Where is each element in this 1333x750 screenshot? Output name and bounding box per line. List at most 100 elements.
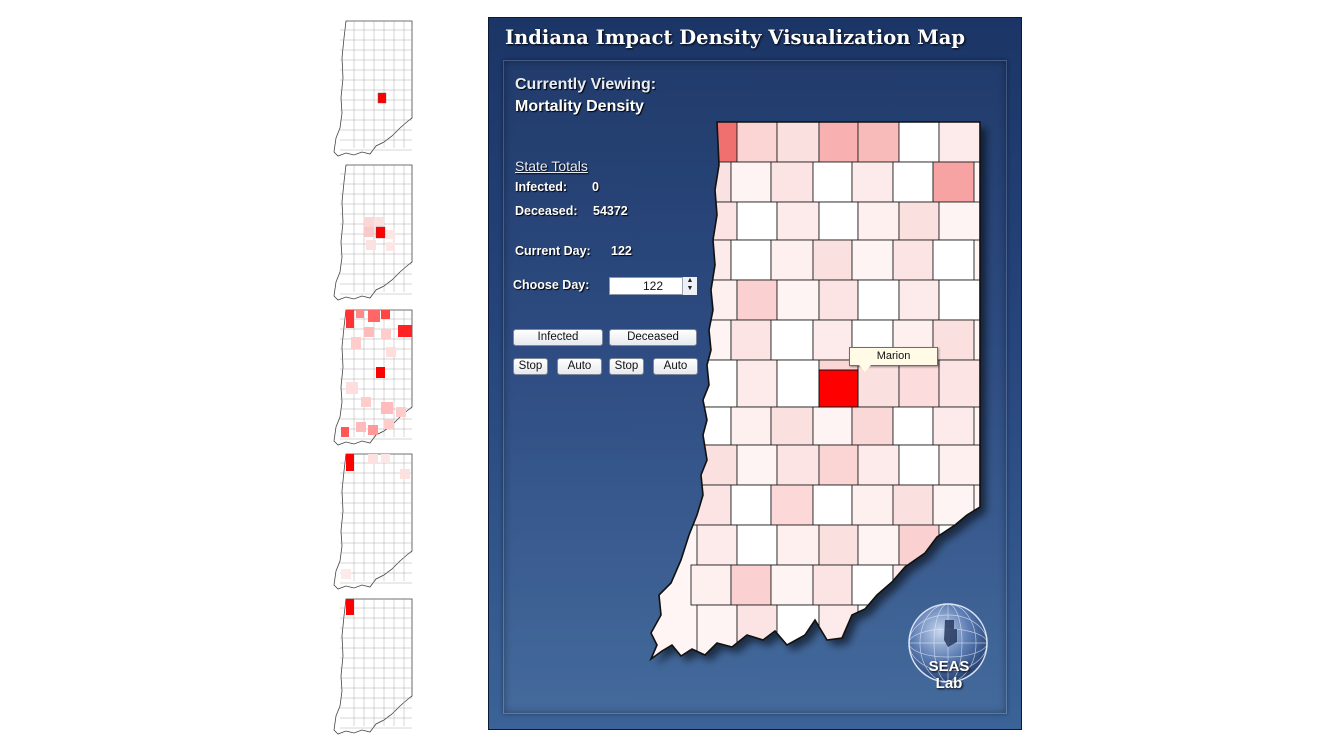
county-cell[interactable] bbox=[932, 406, 975, 446]
county-cell[interactable] bbox=[938, 201, 980, 241]
visualization-panel: Indiana Impact Density Visualization Map… bbox=[488, 17, 1022, 730]
county-cell[interactable] bbox=[818, 279, 859, 321]
county-cell[interactable] bbox=[690, 406, 732, 446]
county-cell[interactable] bbox=[892, 484, 934, 526]
panel-title: Indiana Impact Density Visualization Map bbox=[505, 26, 966, 49]
county-tooltip: Marion bbox=[849, 347, 938, 366]
county-cell[interactable] bbox=[818, 444, 859, 486]
county-cell[interactable] bbox=[776, 359, 820, 408]
county-cell[interactable] bbox=[696, 524, 738, 566]
county-cell[interactable] bbox=[770, 319, 814, 361]
stop-infected-button[interactable]: Stop bbox=[513, 358, 548, 375]
county-cell[interactable] bbox=[932, 319, 975, 361]
county-cell[interactable] bbox=[730, 161, 772, 203]
county-cell[interactable] bbox=[898, 122, 940, 163]
county-cell[interactable] bbox=[892, 239, 934, 281]
county-cell[interactable] bbox=[898, 201, 940, 241]
county-cell[interactable] bbox=[857, 524, 900, 566]
county-cell[interactable] bbox=[696, 604, 738, 660]
thumbnail-map-4[interactable] bbox=[326, 451, 422, 591]
county-cell[interactable] bbox=[851, 406, 894, 446]
county-cell[interactable] bbox=[736, 122, 778, 163]
county-cell[interactable] bbox=[736, 201, 778, 241]
county-cell[interactable] bbox=[857, 604, 900, 660]
county-cell[interactable] bbox=[932, 239, 975, 281]
county-cell[interactable] bbox=[898, 524, 940, 566]
county-cell[interactable] bbox=[851, 161, 894, 203]
county-cell[interactable] bbox=[938, 444, 980, 486]
thumbnail-state-outline bbox=[333, 20, 413, 157]
county-cell[interactable] bbox=[730, 406, 772, 446]
county-cell[interactable] bbox=[851, 484, 894, 526]
county-cell[interactable] bbox=[770, 406, 814, 446]
county-cell[interactable] bbox=[851, 564, 894, 606]
county-cell[interactable] bbox=[851, 239, 894, 281]
viewing-heading: Currently Viewing: bbox=[515, 76, 657, 93]
county-cell[interactable] bbox=[818, 524, 859, 566]
indiana-county-map[interactable] bbox=[637, 115, 997, 675]
county-marion[interactable] bbox=[818, 369, 859, 408]
county-cell[interactable] bbox=[690, 239, 732, 281]
county-cell[interactable] bbox=[736, 359, 778, 408]
county-cell[interactable] bbox=[736, 524, 778, 566]
county-cell[interactable] bbox=[730, 319, 772, 361]
thumbnail-map-5[interactable] bbox=[326, 596, 422, 736]
county-cell[interactable] bbox=[736, 444, 778, 486]
thumbnail-map-1[interactable] bbox=[326, 18, 422, 158]
county-cell[interactable] bbox=[898, 444, 940, 486]
county-cell[interactable] bbox=[770, 239, 814, 281]
auto-infected-button[interactable]: Auto bbox=[557, 358, 602, 375]
county-cell[interactable] bbox=[730, 484, 772, 526]
county-cell[interactable] bbox=[690, 484, 732, 526]
thumbnail-map-2[interactable] bbox=[326, 162, 422, 302]
county-cell[interactable] bbox=[776, 201, 820, 241]
infected-value: 0 bbox=[592, 180, 599, 194]
county-cell[interactable] bbox=[736, 279, 778, 321]
county-cell[interactable] bbox=[696, 279, 738, 321]
county-cell[interactable] bbox=[730, 239, 772, 281]
county-cell[interactable] bbox=[857, 279, 900, 321]
county-cell[interactable] bbox=[696, 444, 738, 486]
county-cell[interactable] bbox=[898, 359, 940, 408]
county-cell[interactable] bbox=[818, 604, 859, 660]
county-cell[interactable] bbox=[857, 444, 900, 486]
county-cell[interactable] bbox=[770, 161, 814, 203]
county-cell[interactable] bbox=[812, 239, 853, 281]
county-cell[interactable] bbox=[776, 444, 820, 486]
choose-day-label: Choose Day: bbox=[513, 278, 590, 292]
county-cell[interactable] bbox=[932, 564, 975, 606]
county-cell[interactable] bbox=[818, 122, 859, 163]
county-cell[interactable] bbox=[938, 359, 980, 408]
county-cell[interactable] bbox=[938, 122, 980, 163]
county-cell[interactable] bbox=[857, 201, 900, 241]
county-cell[interactable] bbox=[776, 279, 820, 321]
county-cell[interactable] bbox=[770, 484, 814, 526]
infected-button[interactable]: Infected bbox=[513, 329, 603, 346]
county-cell[interactable] bbox=[776, 524, 820, 566]
county-cell[interactable] bbox=[898, 279, 940, 321]
county-cell[interactable] bbox=[818, 201, 859, 241]
county-cell[interactable] bbox=[690, 564, 732, 606]
county-cell[interactable] bbox=[776, 122, 820, 163]
county-cell[interactable] bbox=[812, 161, 853, 203]
county-cell[interactable] bbox=[892, 406, 934, 446]
county-cell[interactable] bbox=[892, 161, 934, 203]
county-cell[interactable] bbox=[770, 564, 814, 606]
county-cell[interactable] bbox=[690, 319, 732, 361]
thumbnail-state-outline bbox=[333, 598, 413, 735]
county-cell[interactable] bbox=[776, 604, 820, 660]
county-cell[interactable] bbox=[690, 161, 732, 203]
infected-label: Infected: bbox=[515, 180, 568, 194]
county-cell[interactable] bbox=[892, 564, 934, 606]
thumbnail-map-3[interactable] bbox=[326, 307, 422, 447]
county-cell[interactable] bbox=[857, 122, 900, 163]
county-cell[interactable] bbox=[730, 564, 772, 606]
county-cell[interactable] bbox=[932, 161, 975, 203]
county-cell[interactable] bbox=[932, 484, 975, 526]
county-cell[interactable] bbox=[812, 406, 853, 446]
county-cell[interactable] bbox=[736, 604, 778, 660]
county-cell[interactable] bbox=[812, 484, 853, 526]
county-cell[interactable] bbox=[938, 279, 980, 321]
county-cell[interactable] bbox=[812, 319, 853, 361]
county-cell[interactable] bbox=[812, 564, 853, 606]
